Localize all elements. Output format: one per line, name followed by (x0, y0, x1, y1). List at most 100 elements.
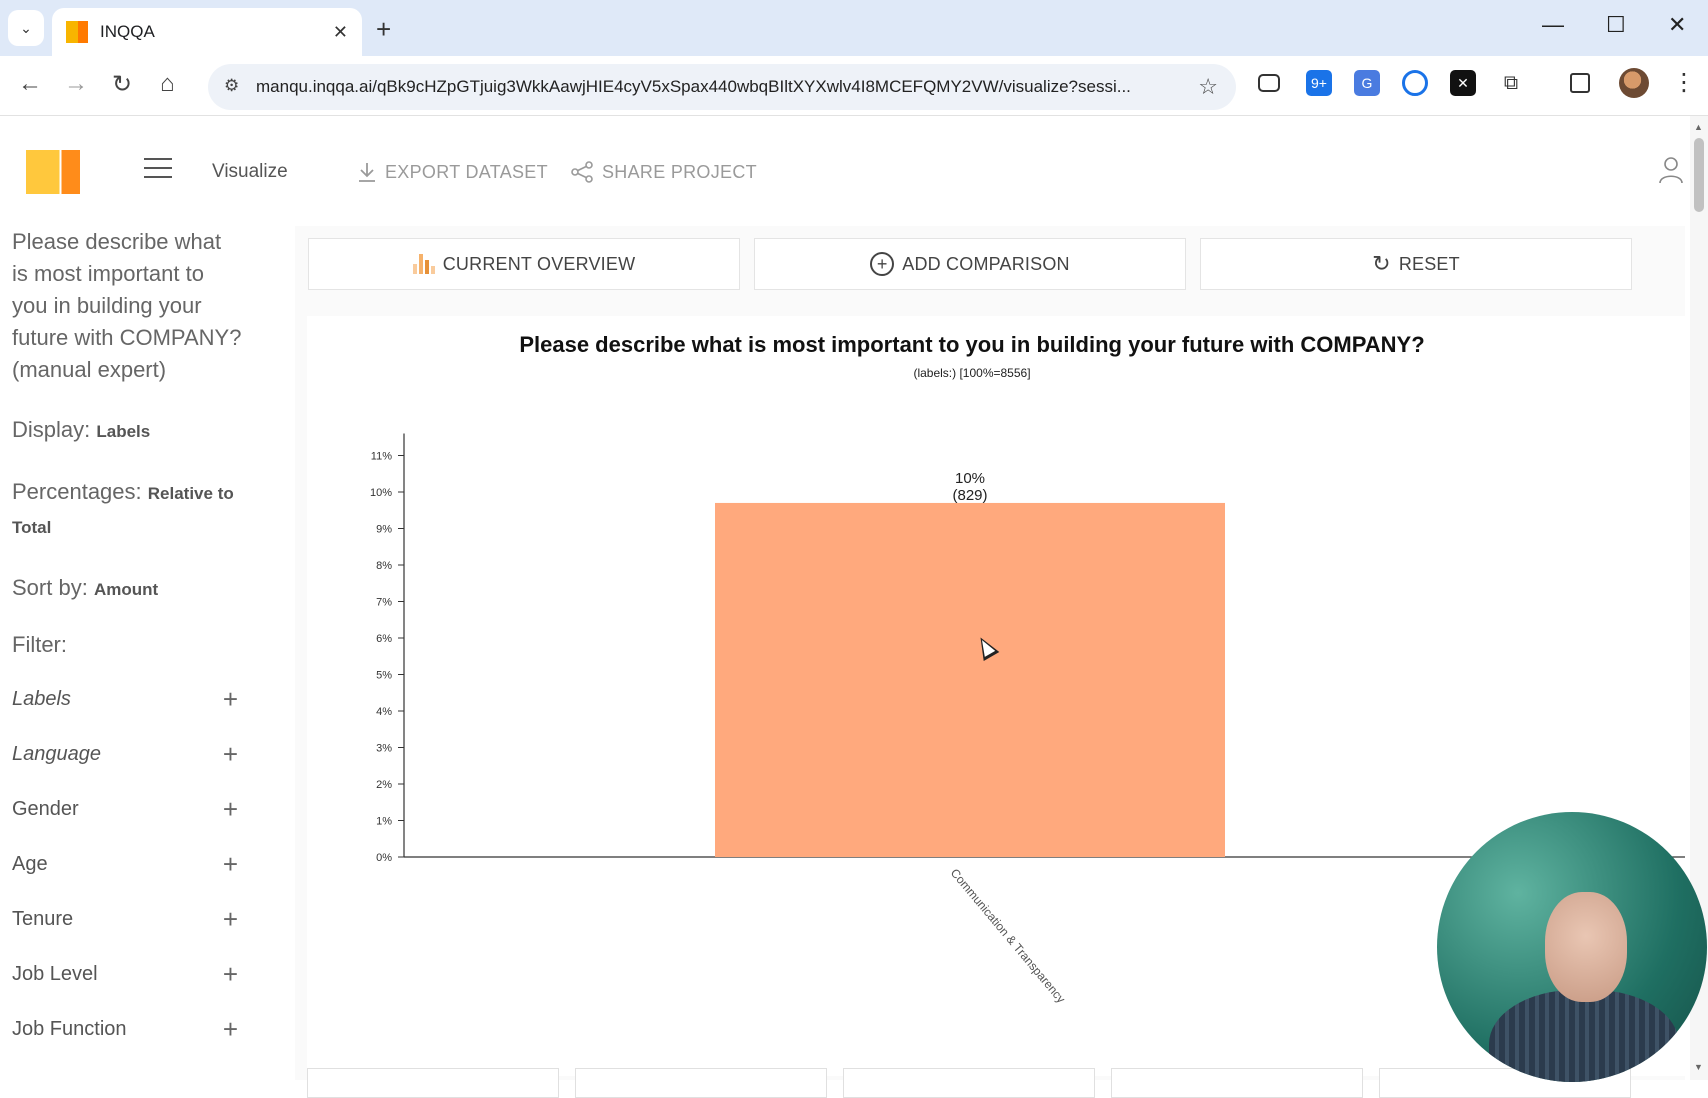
bookmark-star-icon[interactable]: ☆ (1198, 74, 1218, 100)
y-tick-label: 8% (376, 560, 392, 572)
extension-badge: 9+ (1311, 75, 1327, 91)
export-dataset-button[interactable]: EXPORT DATASET (357, 161, 548, 183)
filter-job-level[interactable]: Job Level + (12, 947, 238, 1002)
current-overview-tab[interactable]: CURRENT OVERVIEW (308, 238, 740, 290)
y-tick-label: 10% (370, 487, 392, 499)
y-tick-label: 9% (376, 524, 392, 536)
reset-icon: ↻ (1372, 251, 1391, 276)
bar-chart-icon (412, 254, 435, 274)
display-label: Display: (12, 417, 91, 442)
webcam-person-body (1489, 990, 1679, 1082)
scroll-down-icon[interactable]: ▼ (1694, 1062, 1703, 1072)
hamburger-menu-icon[interactable] (144, 158, 172, 178)
filter-item-label: Job Level (12, 963, 98, 985)
reset-label: RESET (1398, 253, 1460, 274)
plus-circle-icon: + (870, 252, 895, 276)
filter-item-label: Gender (12, 798, 79, 820)
plus-icon[interactable]: + (223, 1014, 238, 1045)
tab-search-button[interactable]: ⌄ (8, 10, 44, 46)
filter-item-label: Language (12, 743, 101, 765)
filter-tenure[interactable]: Tenure + (12, 892, 238, 947)
webcam-person-head (1545, 892, 1627, 1002)
add-comparison-label: ADD COMPARISON (902, 253, 1070, 274)
percentages-label: Percentages: (12, 479, 142, 504)
calendar-extension-icon[interactable]: 9+ (1306, 70, 1332, 96)
minimize-icon[interactable]: — (1542, 12, 1564, 38)
sort-value: Amount (93, 580, 159, 599)
x-extension-icon[interactable]: ✕ (1450, 70, 1476, 96)
browser-tab-strip: ⌄ INQQA ✕ + — ☐ ✕ (0, 0, 1708, 56)
plus-icon[interactable]: + (223, 739, 238, 770)
plus-icon[interactable]: + (223, 904, 238, 935)
maximize-icon[interactable]: ☐ (1606, 12, 1626, 38)
plus-icon[interactable]: + (223, 794, 238, 825)
filter-gender[interactable]: Gender + (12, 782, 238, 837)
puzzle-extensions-icon[interactable]: ⧉ (1498, 70, 1524, 96)
browser-tab-active[interactable]: INQQA ✕ (52, 8, 362, 56)
browser-menu-icon[interactable]: ⋮ (1672, 68, 1696, 97)
sort-option[interactable]: Sort by: Amount (12, 572, 252, 606)
add-comparison-tab[interactable]: + ADD COMPARISON (754, 238, 1186, 290)
inqqa-logo[interactable] (26, 150, 80, 194)
address-bar[interactable]: ⚙ manqu.inqqa.ai/qBk9cHZpGTjuig3WkkAawjH… (208, 64, 1236, 110)
y-tick-label: 3% (376, 743, 392, 755)
site-settings-icon[interactable]: ⚙ (224, 76, 239, 96)
home-icon[interactable]: ⌂ (160, 70, 175, 98)
app-header: Visualize EXPORT DATASET SHARE PROJECT (0, 116, 1690, 226)
scrollbar-thumb[interactable] (1694, 138, 1704, 212)
bar-data-label-count: (829) (952, 487, 987, 504)
filter-item-label: Labels (12, 688, 71, 710)
new-tab-button[interactable]: + (376, 14, 391, 45)
reload-icon[interactable]: ↻ (112, 70, 132, 99)
profile-avatar[interactable] (1619, 68, 1649, 98)
favicon-icon (66, 21, 88, 43)
sidebar: Please describe what is most important t… (0, 226, 290, 1080)
y-tick-label: 11% (371, 451, 392, 463)
browser-toolbar: ← → ↻ ⌂ ⚙ manqu.inqqa.ai/qBk9cHZpGTjuig3… (0, 56, 1708, 116)
translate-extension-icon[interactable]: G (1354, 70, 1380, 96)
bar-data-label-percent: 10% (955, 470, 985, 487)
y-tick-label: 4% (376, 706, 392, 718)
filter-age[interactable]: Age + (12, 837, 238, 892)
picture-in-picture-icon[interactable] (1258, 74, 1280, 92)
chart-bar (715, 502, 1225, 857)
filter-job-function[interactable]: Job Function + (12, 1002, 238, 1057)
download-icon (359, 163, 375, 182)
x-category-label: Communication & Transparency (948, 866, 1068, 1006)
close-window-icon[interactable]: ✕ (1668, 12, 1686, 38)
chevron-down-icon: ⌄ (20, 19, 32, 36)
filter-heading: Filter: (12, 632, 67, 657)
share-icon (571, 161, 593, 183)
tab-title: INQQA (100, 22, 155, 41)
y-tick-label: 6% (376, 633, 392, 645)
circle-extension-icon[interactable] (1402, 70, 1428, 96)
scroll-up-icon[interactable]: ▲ (1694, 122, 1703, 132)
webcam-overlay (1437, 812, 1707, 1082)
sort-label: Sort by: (12, 575, 88, 600)
y-tick-label: 2% (376, 779, 392, 791)
percentages-option[interactable]: Percentages: Relative to Total (12, 476, 252, 544)
summary-card[interactable] (843, 1068, 1095, 1098)
close-tab-icon[interactable]: ✕ (333, 22, 348, 43)
y-tick-label: 0% (376, 852, 392, 864)
y-tick-label: 1% (376, 816, 392, 828)
plus-icon[interactable]: + (223, 684, 238, 715)
summary-card[interactable] (307, 1068, 559, 1098)
side-panel-icon[interactable] (1570, 73, 1590, 93)
reset-tab[interactable]: ↻ RESET (1200, 238, 1632, 290)
share-project-button[interactable]: SHARE PROJECT (570, 161, 757, 183)
page-title: Visualize (212, 161, 288, 182)
plus-icon[interactable]: + (223, 959, 238, 990)
back-arrow-icon[interactable]: ← (18, 70, 42, 98)
summary-card[interactable] (1111, 1068, 1363, 1098)
filter-item-label: Tenure (12, 908, 74, 930)
user-account-icon[interactable] (1658, 156, 1684, 184)
plus-icon[interactable]: + (223, 849, 238, 880)
share-project-label: SHARE PROJECT (602, 161, 757, 182)
question-text: Please describe what is most important t… (12, 229, 242, 382)
summary-card[interactable] (575, 1068, 827, 1098)
filter-language[interactable]: Language + (12, 727, 238, 782)
filter-labels[interactable]: Labels + (12, 672, 238, 727)
display-option[interactable]: Display: Labels (12, 414, 252, 448)
forward-arrow-icon[interactable]: → (64, 70, 88, 98)
